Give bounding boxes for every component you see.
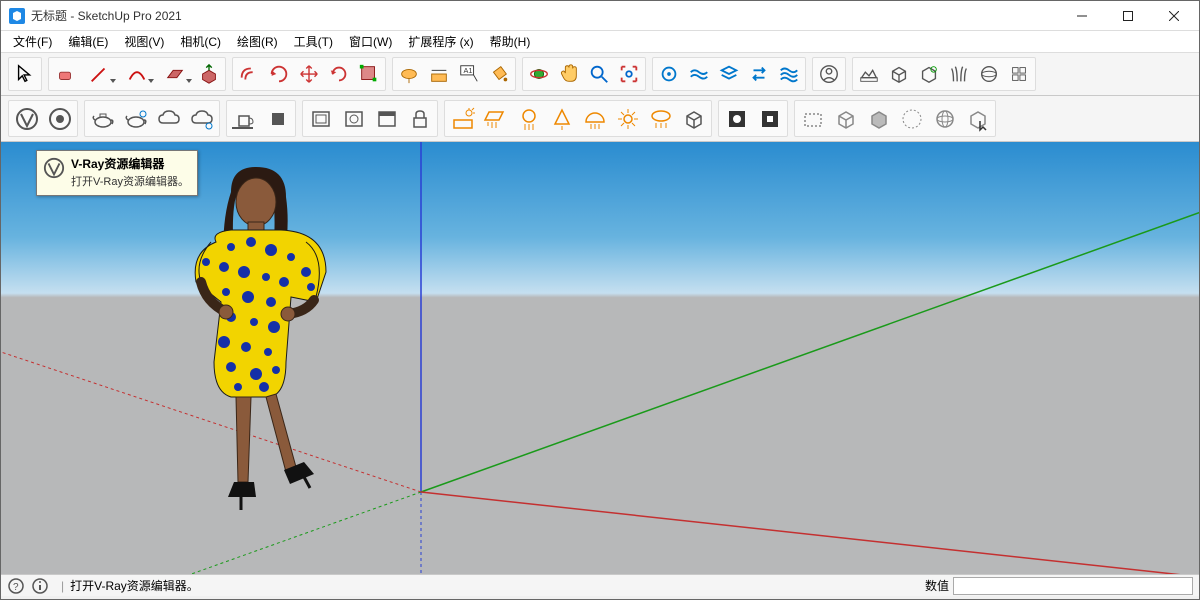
tooltip-title: V-Ray资源编辑器 [71,155,189,172]
vray-fx-b-icon[interactable] [753,102,786,135]
lock-icon[interactable] [403,102,436,135]
vray-geo-dots-icon[interactable] [895,102,928,135]
select-tool[interactable] [10,59,40,89]
vray-light-ies-icon[interactable] [611,102,644,135]
user-icon[interactable] [814,59,844,89]
sandbox-cube-icon[interactable] [884,59,914,89]
maximize-button[interactable] [1105,1,1151,31]
status-value-label: 数值 [925,577,949,594]
menubar: 文件(F) 编辑(E) 视图(V) 相机(C) 绘图(R) 工具(T) 窗口(W… [1,31,1199,53]
titlebar: 无标题 - SketchUp Pro 2021 [1,1,1199,31]
tape-measure-tool[interactable] [394,59,424,89]
toolbar-row-2 [1,96,1199,142]
viewport-3d[interactable]: V-Ray资源编辑器 打开V-Ray资源编辑器。 [1,142,1199,574]
sandbox-grass-icon[interactable] [944,59,974,89]
offset-tool[interactable] [234,59,264,89]
pushpull-tool[interactable] [194,59,224,89]
frame-b-icon[interactable] [337,102,370,135]
followme-tool[interactable] [264,59,294,89]
vray-geo-cursor-icon[interactable] [961,102,994,135]
vray-light-mesh-icon[interactable] [644,102,677,135]
paint-bucket-tool[interactable] [484,59,514,89]
close-button[interactable] [1151,1,1197,31]
eraser-tool[interactable] [50,59,80,89]
vray-geo-sphere-icon[interactable] [928,102,961,135]
vray-sun-icon[interactable] [446,102,479,135]
rectangle-tool[interactable] [156,59,194,89]
measurement-input[interactable] [953,577,1193,595]
stop-icon[interactable] [261,102,294,135]
sandbox-cube2-icon[interactable] [914,59,944,89]
vray-swap-icon[interactable] [744,59,774,89]
vray-render-button[interactable] [43,102,76,135]
orbit-tool[interactable] [524,59,554,89]
arc-tool[interactable] [118,59,156,89]
vray-asset-editor-button[interactable] [10,102,43,135]
move-tool[interactable] [294,59,324,89]
menu-file[interactable]: 文件(F) [5,31,60,52]
vray-wave-b-icon[interactable] [774,59,804,89]
vray-light-rect-icon[interactable] [479,102,512,135]
tooltip-body: 打开V-Ray资源编辑器。 [71,173,189,189]
svg-text:A1: A1 [464,66,473,75]
vray-geo-cube2-icon[interactable] [862,102,895,135]
window-title: 无标题 - SketchUp Pro 2021 [31,7,182,24]
vray-cube-icon[interactable] [677,102,710,135]
menu-camera[interactable]: 相机(C) [172,31,229,52]
vray-light-dome-icon[interactable] [578,102,611,135]
rotate-tool[interactable] [324,59,354,89]
svg-text:?: ? [13,582,19,593]
menu-tools[interactable]: 工具(T) [286,31,341,52]
vray-logo-icon [43,157,65,179]
tooltip: V-Ray资源编辑器 打开V-Ray资源编辑器。 [36,150,198,196]
line-tool[interactable] [80,59,118,89]
frame-c-icon[interactable] [370,102,403,135]
statusbar: ? | 打开V-Ray资源编辑器。 数值 [1,574,1199,596]
menu-view[interactable]: 视图(V) [116,31,172,52]
vray-geo-a-icon[interactable] [796,102,829,135]
cloud-a-icon[interactable] [152,102,185,135]
teapot-b-icon[interactable] [119,102,152,135]
menu-edit[interactable]: 编辑(E) [60,31,116,52]
menu-draw[interactable]: 绘图(R) [229,31,286,52]
dimension-tool[interactable] [424,59,454,89]
status-message: 打开V-Ray资源编辑器。 [70,577,199,594]
teapot-a-icon[interactable] [86,102,119,135]
pan-tool[interactable] [554,59,584,89]
vray-layers-icon[interactable] [714,59,744,89]
status-info-icon[interactable] [31,577,49,595]
vray-light-spot-icon[interactable] [545,102,578,135]
vray-gear-icon[interactable] [654,59,684,89]
frame-a-icon[interactable] [304,102,337,135]
vray-light-sphere-icon[interactable] [512,102,545,135]
zoom-tool[interactable] [584,59,614,89]
sandbox-grid-icon[interactable] [1004,59,1034,89]
status-help-icon[interactable]: ? [7,577,25,595]
scale-tool[interactable] [354,59,384,89]
vray-wave-a-icon[interactable] [684,59,714,89]
sketchup-app-icon [9,8,25,24]
sandbox-a-icon[interactable] [854,59,884,89]
minimize-button[interactable] [1059,1,1105,31]
vray-fx-a-icon[interactable] [720,102,753,135]
sandbox-sphere-icon[interactable] [974,59,1004,89]
scale-figure-person [176,162,356,522]
menu-help[interactable]: 帮助(H) [482,31,539,52]
menu-extensions[interactable]: 扩展程序 (x) [400,31,481,52]
zoom-extents-tool[interactable] [614,59,644,89]
text-tool[interactable]: A1 [454,59,484,89]
cup-icon[interactable] [228,102,261,135]
toolbar-row-1: A1 [1,53,1199,96]
vray-geo-cube-icon[interactable] [829,102,862,135]
cloud-b-icon[interactable] [185,102,218,135]
menu-window[interactable]: 窗口(W) [341,31,400,52]
